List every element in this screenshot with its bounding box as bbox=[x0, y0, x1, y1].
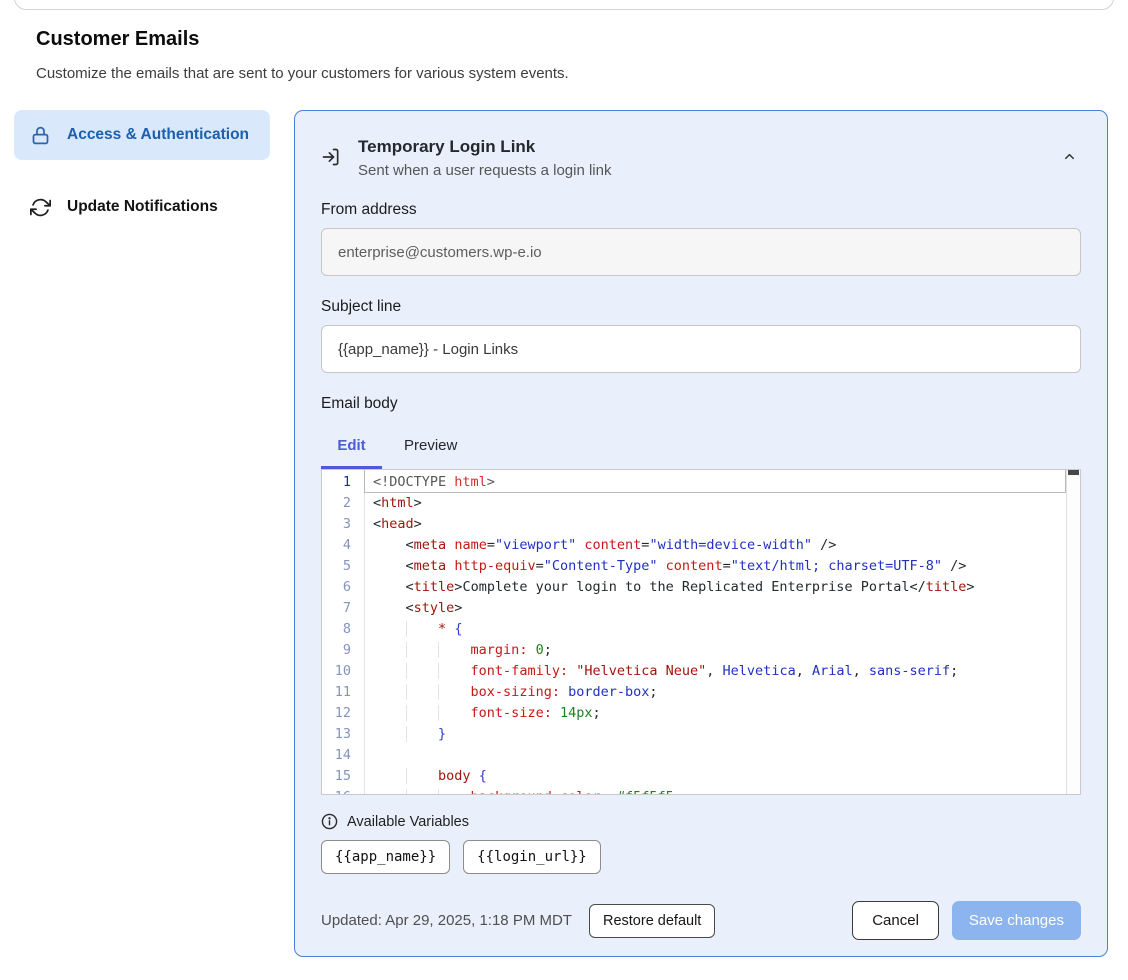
card-header-text: Temporary Login Link Sent when a user re… bbox=[358, 137, 611, 179]
editor-scrollbar-thumb[interactable] bbox=[1068, 470, 1079, 475]
page-title: Customer Emails bbox=[36, 28, 199, 51]
page-subtitle: Customize the emails that are sent to yo… bbox=[36, 65, 569, 82]
editor-line-numbers: 12345678910111213141516 bbox=[322, 470, 364, 794]
variable-chips: {{app_name}} {{login_url}} bbox=[321, 840, 1081, 874]
card-header: Temporary Login Link Sent when a user re… bbox=[321, 137, 1081, 179]
tab-edit[interactable]: Edit bbox=[321, 426, 382, 469]
card-footer: Updated: Apr 29, 2025, 1:18 PM MDT Resto… bbox=[321, 901, 1081, 940]
collapse-card-button[interactable] bbox=[1062, 149, 1077, 164]
code-editor[interactable]: 12345678910111213141516 <!DOCTYPE html><… bbox=[321, 469, 1081, 795]
tab-preview[interactable]: Preview bbox=[382, 426, 479, 469]
temporary-login-link-card: Temporary Login Link Sent when a user re… bbox=[294, 110, 1108, 957]
editor-code-area[interactable]: <!DOCTYPE html><html><head> <meta name="… bbox=[364, 470, 1066, 794]
sidebar-item-update-notifications[interactable]: Update Notifications bbox=[14, 182, 270, 232]
subject-line-label: Subject line bbox=[321, 298, 1081, 316]
variable-chip-app-name[interactable]: {{app_name}} bbox=[321, 840, 450, 874]
info-icon bbox=[321, 813, 338, 830]
lock-icon bbox=[30, 123, 52, 147]
variable-chip-login-url[interactable]: {{login_url}} bbox=[463, 840, 601, 874]
subject-line-input[interactable] bbox=[321, 325, 1081, 373]
chevron-up-icon bbox=[1062, 149, 1077, 164]
sidebar-item-access-authentication[interactable]: Access & Authentication bbox=[14, 110, 270, 160]
restore-default-button[interactable]: Restore default bbox=[589, 904, 715, 938]
sidebar-item-label: Update Notifications bbox=[67, 195, 218, 219]
from-address-input[interactable] bbox=[321, 228, 1081, 276]
card-subtitle: Sent when a user requests a login link bbox=[358, 162, 611, 179]
email-types-sidebar: Access & Authentication Update Notificat… bbox=[14, 110, 270, 232]
save-changes-button[interactable]: Save changes bbox=[952, 901, 1081, 940]
email-body-tabs: Edit Preview bbox=[321, 426, 1081, 469]
previous-card-bottom-edge bbox=[14, 0, 1114, 10]
login-icon bbox=[321, 147, 341, 179]
from-address-label: From address bbox=[321, 201, 1081, 219]
updated-timestamp: Updated: Apr 29, 2025, 1:18 PM MDT bbox=[321, 912, 572, 929]
editor-scrollbar[interactable] bbox=[1066, 470, 1080, 794]
refresh-icon bbox=[30, 195, 52, 219]
card-title: Temporary Login Link bbox=[358, 137, 611, 157]
available-variables-label: Available Variables bbox=[347, 814, 469, 830]
available-variables-row: Available Variables bbox=[321, 813, 1081, 830]
cancel-button[interactable]: Cancel bbox=[852, 901, 939, 940]
sidebar-item-label: Access & Authentication bbox=[67, 123, 249, 147]
email-body-label: Email body bbox=[321, 395, 1081, 413]
